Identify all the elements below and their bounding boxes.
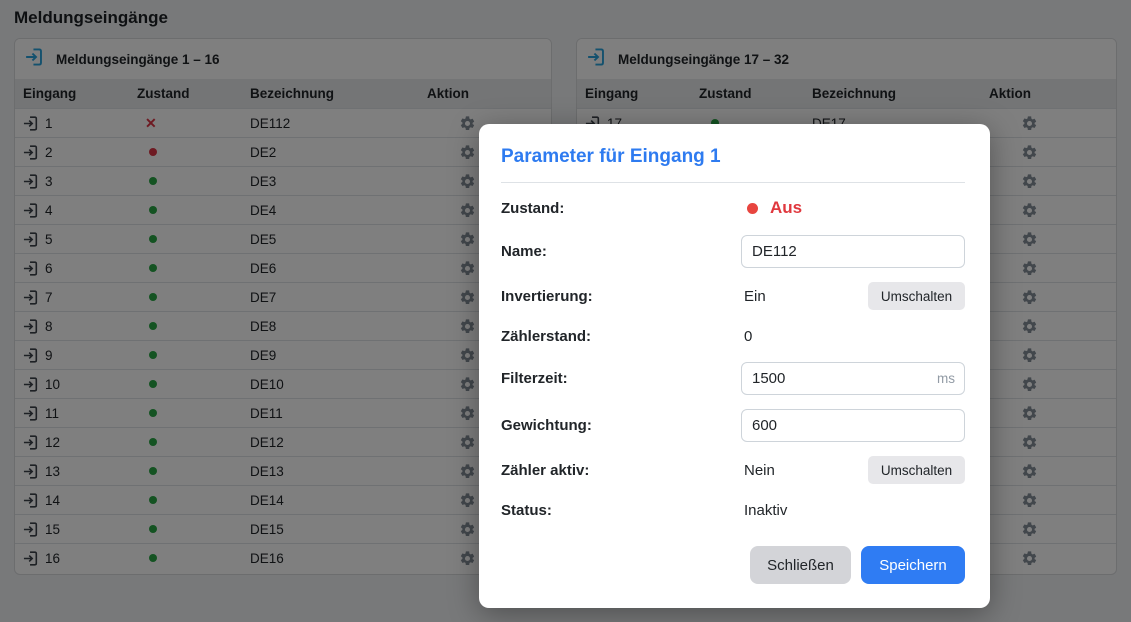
status-dot-red — [747, 203, 758, 214]
field-value-area: 0 — [741, 328, 965, 345]
field-label: Status: — [501, 502, 741, 519]
toggle-value: Ein — [744, 288, 868, 305]
field-label: Invertierung: — [501, 288, 741, 305]
umschalten-button[interactable]: Umschalten — [868, 282, 965, 310]
field-value-area — [741, 409, 965, 442]
field-row: Zähler aktiv:NeinUmschalten — [501, 456, 965, 484]
field-row: Gewichtung: — [501, 409, 965, 442]
parameter-dialog: Parameter für Eingang 1 Zustand: Aus Name:… — [479, 124, 990, 608]
field-row: Zählerstand:0 — [501, 324, 965, 348]
save-button[interactable]: Speichern — [861, 546, 965, 584]
field-label: Zustand: — [501, 200, 741, 217]
field-value-area: ms — [741, 362, 965, 395]
umschalten-button[interactable]: Umschalten — [868, 456, 965, 484]
field-row: Invertierung:EinUmschalten — [501, 282, 965, 310]
filterzeit-input[interactable] — [741, 362, 965, 395]
field-value: Inaktiv — [744, 502, 787, 519]
field-label: Zählerstand: — [501, 328, 741, 345]
field-label: Filterzeit: — [501, 370, 741, 387]
field-label: Name: — [501, 243, 741, 260]
field-label: Gewichtung: — [501, 417, 741, 434]
close-button[interactable]: Schließen — [750, 546, 851, 584]
field-value: 0 — [744, 328, 752, 345]
field-row: Name: — [501, 235, 965, 268]
field-row: Status:Inaktiv — [501, 498, 965, 522]
gewichtung-input[interactable] — [741, 409, 965, 442]
toggle-value: Nein — [744, 462, 868, 479]
name-input[interactable] — [741, 235, 965, 268]
field-value-area: EinUmschalten — [741, 282, 965, 310]
dialog-footer: Schließen Speichern — [501, 546, 965, 584]
field-value-area: Aus — [741, 198, 965, 218]
field-row: Filterzeit:ms — [501, 362, 965, 395]
field-value-area — [741, 235, 965, 268]
dialog-fields: Zustand:AusName:Invertierung:EinUmschalt… — [501, 183, 965, 522]
field-row: Zustand: Aus — [501, 195, 965, 221]
dialog-title: Parameter für Eingang 1 — [501, 146, 965, 183]
status-value: Aus — [770, 198, 802, 218]
field-value-area: Inaktiv — [741, 502, 965, 519]
field-value-area: NeinUmschalten — [741, 456, 965, 484]
field-label: Zähler aktiv: — [501, 462, 741, 479]
